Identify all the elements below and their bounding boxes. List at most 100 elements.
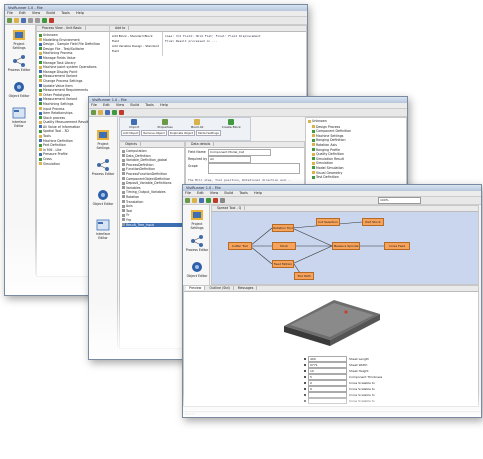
sidebar-item-process-editor[interactable]: Process Editor [185,235,209,252]
parameter-row: 0771 Sheet Width [304,361,424,368]
new-icon[interactable] [7,18,12,23]
menu-view[interactable]: View [116,103,124,107]
sidebar-item-object-editor[interactable]: Object Editor [7,81,31,98]
sidebar-item-project-settings[interactable]: Project Settings [91,129,115,150]
sidebar-item-label: Object Editor [92,202,114,206]
cut-icon[interactable] [28,18,33,23]
save-icon[interactable] [105,110,110,115]
menu-build[interactable]: Build [130,103,139,107]
run-icon[interactable] [112,110,117,115]
open-icon[interactable] [14,18,19,23]
tab-preview[interactable]: Preview [186,286,206,290]
node-cutter-tool[interactable]: Cutter Tool [228,242,252,250]
tab-outline[interactable]: Outline (Std) [206,286,234,290]
detail-line[interactable]: Add Variable Design - Standard Field [112,44,160,54]
tree-node-icon [39,107,42,110]
tab-duplicate-object[interactable]: Duplicate Object [167,130,196,136]
node-stock[interactable]: Stock [272,242,296,250]
sheet-preview-image [284,300,380,346]
save-icon[interactable] [21,18,26,23]
sidebar-item-process-editor[interactable]: Process Editor [7,55,31,72]
detail-line[interactable]: Add Block - Standard Block Field [112,34,160,44]
scope-input[interactable] [208,163,300,174]
parameter-input[interactable] [308,397,347,404]
window-process-editor: VisiRunner 1.0 - File File Edit View Bui… [182,184,482,418]
open-icon[interactable] [192,198,197,203]
right-tree-item[interactable]: Test Definition [312,175,404,180]
interface-editor-icon [96,219,110,231]
tab-messages[interactable]: Messages [234,286,258,290]
node-measure-spindle[interactable]: Measure Spindle [332,242,360,250]
menu-view[interactable]: View [32,11,40,15]
sidebar-item-project-settings[interactable]: Project Settings [7,29,31,50]
right-tree-root[interactable]: Unknown [306,118,406,125]
menu-file[interactable]: File [185,191,191,195]
menu-tools[interactable]: Tools [145,103,154,107]
node-cut-selection[interactable]: Cut Selection [316,218,340,226]
tab-remove-object[interactable]: Remove Object [141,130,167,136]
bullet-icon [304,369,306,372]
properties-button[interactable]: Properties [158,119,173,129]
stop-icon[interactable] [213,198,218,203]
node-tool-path[interactable]: Tool Path [294,272,314,280]
create-block-button[interactable]: Create Block [222,119,241,129]
import-button[interactable]: Import [129,119,139,129]
tab-model-settings[interactable]: Model Settings [196,130,221,136]
menu-edit[interactable]: Edit [197,191,204,195]
menu-view[interactable]: View [210,191,218,195]
process-tree-title: Process View - Unit Basic [39,26,86,30]
tree-item-label: Result_Tree_Input [126,222,154,227]
parameter-value: 0771 [310,362,318,367]
stop-icon[interactable] [119,110,124,115]
process-editor-icon [97,159,109,171]
tree-node-icon [122,172,125,176]
sidebar-item-project-settings[interactable]: Project Settings [185,209,209,230]
tree-item-label: Computation [126,149,147,153]
zoom-select[interactable]: 100% [378,197,421,204]
menu-build[interactable]: Build [46,11,55,15]
tree-item-label: Machining Settings [43,101,74,106]
field-name-value: Component Model_Cat [210,150,244,154]
sidebar-item-interface-editor[interactable]: Interface Editor [91,219,115,240]
sidebar-item-process-editor[interactable]: Process Editor [91,159,115,176]
save-icon[interactable] [199,198,204,203]
field-name-input[interactable]: Component Model_Cat [208,149,271,156]
code-line: Final Result processed in ... [165,38,218,43]
menu-help[interactable]: Help [254,191,262,195]
node-cross-feed[interactable]: Cross Feed [384,242,410,250]
node-feed-motion[interactable]: Feed Motion [272,260,294,268]
sidebar-item-interface-editor[interactable]: Interface Editor [7,107,31,128]
menu-tools[interactable]: Tools [61,11,70,15]
sidebar-item-object-editor[interactable]: Object Editor [185,261,209,278]
open-icon[interactable] [98,110,103,115]
zoom-icon[interactable] [220,198,225,203]
menu-file[interactable]: File [91,103,97,107]
object-item[interactable]: Result_Tree_Input [122,222,182,228]
menu-build[interactable]: Build [224,191,233,195]
stop-icon[interactable] [49,18,54,23]
tree-node-icon [39,47,42,51]
sidebar-item-object-editor[interactable]: Object Editor [91,189,115,206]
run-icon[interactable] [206,198,211,203]
new-icon[interactable] [91,110,96,115]
tree-item-label: Quality Definition [316,152,344,157]
tree-item-label: Manage Fields Value [43,55,76,60]
tab-add-object[interactable]: Add Object [121,130,141,136]
copy-icon[interactable] [35,18,40,23]
menu-help[interactable]: Help [76,11,84,15]
parameter-row: 0 Cross Scalable to [304,385,424,392]
menu-tools[interactable]: Tools [239,191,248,195]
diagram-canvas[interactable]: Cutter Tool Rotation Tool Stock Measure … [212,212,478,284]
menu-file[interactable]: File [7,11,13,15]
node-part-stock[interactable]: Part Stock [362,218,384,226]
build-all-button[interactable]: Build All [191,119,203,129]
parameter-label: Cross Scalable to [349,392,375,397]
new-icon[interactable] [185,198,190,203]
menu-edit[interactable]: Edit [19,11,26,15]
menu-help[interactable]: Help [160,103,168,107]
run-icon[interactable] [42,18,47,23]
required-by-input[interactable]: All [208,156,251,163]
node-rotation-tool[interactable]: Rotation Tool [272,224,294,232]
menu-edit[interactable]: Edit [103,103,110,107]
diagram-tab[interactable]: Spread Tool - Q [214,206,246,210]
